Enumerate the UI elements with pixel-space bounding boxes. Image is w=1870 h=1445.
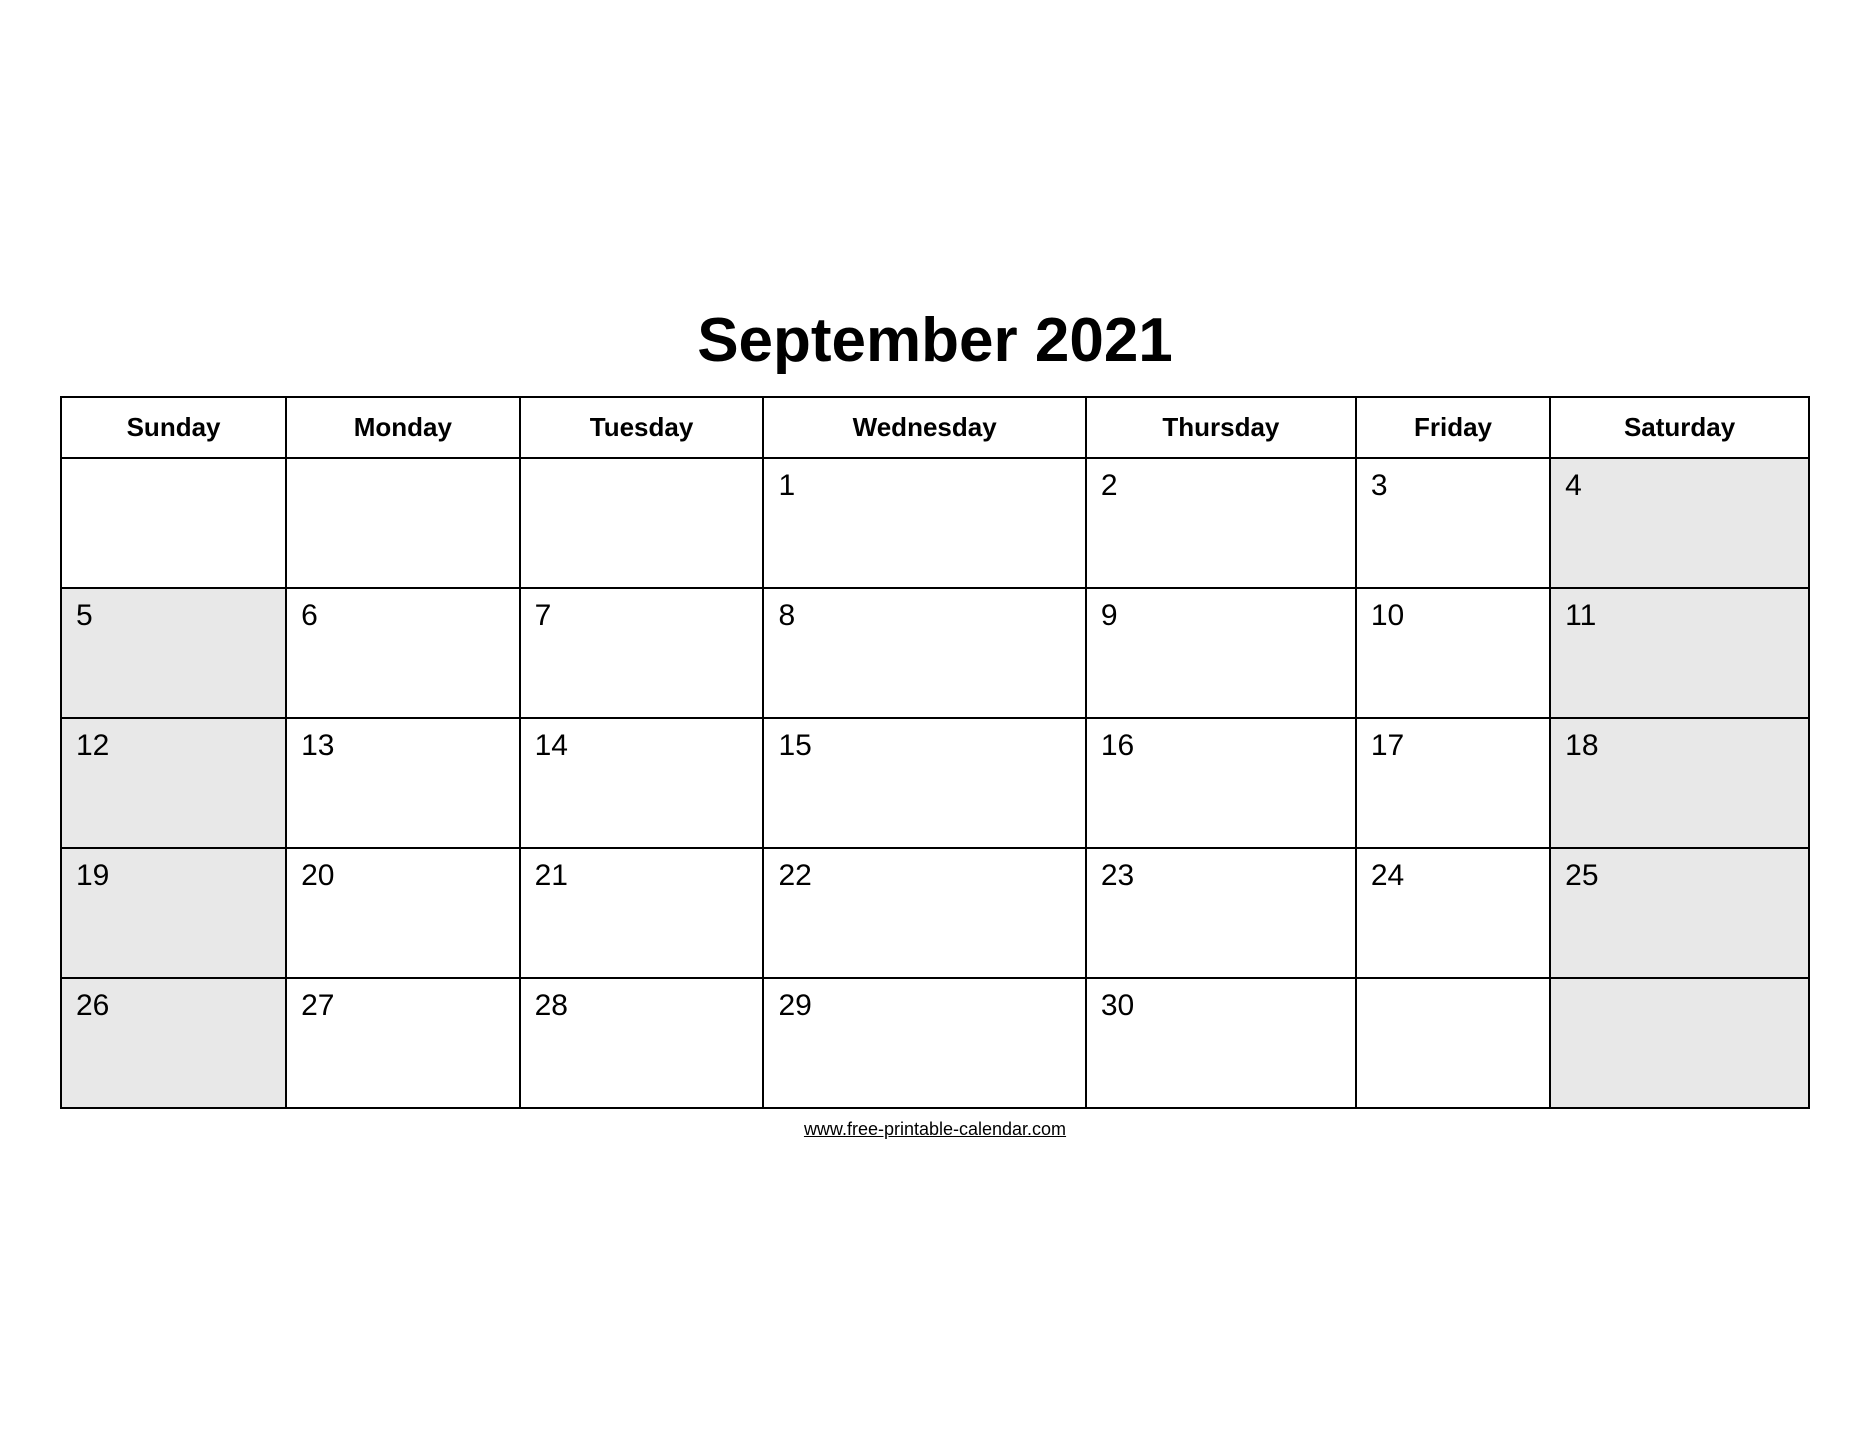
calendar-table: SundayMondayTuesdayWednesdayThursdayFrid… <box>60 396 1810 1109</box>
calendar-footer: www.free-printable-calendar.com <box>60 1119 1810 1140</box>
day-header-wednesday: Wednesday <box>763 397 1085 458</box>
calendar-day-15: 15 <box>763 718 1085 848</box>
calendar-day-6: 6 <box>286 588 520 718</box>
day-headers-row: SundayMondayTuesdayWednesdayThursdayFrid… <box>61 397 1809 458</box>
calendar-day-13: 13 <box>286 718 520 848</box>
calendar-day-14: 14 <box>520 718 764 848</box>
week-row-4: 19202122232425 <box>61 848 1809 978</box>
day-header-sunday: Sunday <box>61 397 286 458</box>
day-header-thursday: Thursday <box>1086 397 1356 458</box>
calendar-day-24: 24 <box>1356 848 1550 978</box>
calendar-day-3: 3 <box>1356 458 1550 588</box>
calendar-day-empty <box>1356 978 1550 1108</box>
calendar-day-29: 29 <box>763 978 1085 1108</box>
day-header-friday: Friday <box>1356 397 1550 458</box>
calendar-day-empty <box>1550 978 1809 1108</box>
calendar-day-empty <box>520 458 764 588</box>
calendar-day-5: 5 <box>61 588 286 718</box>
calendar-day-27: 27 <box>286 978 520 1108</box>
day-header-saturday: Saturday <box>1550 397 1809 458</box>
calendar-day-17: 17 <box>1356 718 1550 848</box>
calendar-day-1: 1 <box>763 458 1085 588</box>
calendar-day-11: 11 <box>1550 588 1809 718</box>
calendar-day-25: 25 <box>1550 848 1809 978</box>
week-row-5: 2627282930 <box>61 978 1809 1108</box>
calendar-day-8: 8 <box>763 588 1085 718</box>
calendar-title: September 2021 <box>60 305 1810 376</box>
calendar-day-empty <box>286 458 520 588</box>
calendar-day-20: 20 <box>286 848 520 978</box>
calendar-day-18: 18 <box>1550 718 1809 848</box>
calendar-day-28: 28 <box>520 978 764 1108</box>
day-header-monday: Monday <box>286 397 520 458</box>
calendar-day-4: 4 <box>1550 458 1809 588</box>
calendar-day-9: 9 <box>1086 588 1356 718</box>
calendar-day-23: 23 <box>1086 848 1356 978</box>
week-row-3: 12131415161718 <box>61 718 1809 848</box>
calendar-day-2: 2 <box>1086 458 1356 588</box>
calendar-container: September 2021 SundayMondayTuesdayWednes… <box>60 305 1810 1140</box>
calendar-day-12: 12 <box>61 718 286 848</box>
calendar-day-16: 16 <box>1086 718 1356 848</box>
calendar-day-7: 7 <box>520 588 764 718</box>
calendar-day-30: 30 <box>1086 978 1356 1108</box>
calendar-day-22: 22 <box>763 848 1085 978</box>
week-row-2: 567891011 <box>61 588 1809 718</box>
calendar-day-10: 10 <box>1356 588 1550 718</box>
calendar-day-26: 26 <box>61 978 286 1108</box>
calendar-day-19: 19 <box>61 848 286 978</box>
calendar-day-21: 21 <box>520 848 764 978</box>
calendar-day-empty <box>61 458 286 588</box>
day-header-tuesday: Tuesday <box>520 397 764 458</box>
week-row-1: 1234 <box>61 458 1809 588</box>
